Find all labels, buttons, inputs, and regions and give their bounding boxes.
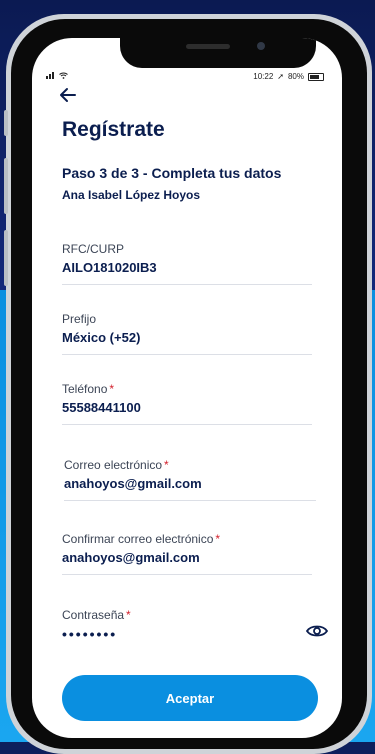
phone-label: Teléfono * — [62, 382, 115, 396]
required-mark: * — [126, 608, 131, 622]
phone-mute-switch — [4, 110, 8, 136]
location-arrow-icon: ➚ — [277, 72, 284, 81]
password-label: Contraseña * — [62, 608, 131, 622]
email-confirm-value[interactable]: anahoyos@gmail.com — [62, 550, 312, 566]
password-value[interactable]: •••••••• — [62, 626, 312, 642]
password-field[interactable]: Contraseña * •••••••• — [62, 608, 328, 652]
rfc-curp-value[interactable]: AILO181020IB3 — [62, 260, 312, 276]
rfc-curp-field[interactable]: RFC/CURP AILO181020IB3 — [62, 242, 312, 285]
battery-icon — [308, 72, 324, 81]
required-mark: * — [109, 382, 115, 396]
email-confirm-field[interactable]: Confirmar correo electrónico * anahoyos@g… — [62, 532, 312, 575]
phone-volume-down — [4, 230, 8, 286]
speaker-grille — [186, 44, 230, 49]
phone-notch — [120, 38, 316, 68]
app-screen: 10:22 ➚ 80% Regístrate Paso 3 de 3 - Com… — [32, 38, 342, 738]
email-value[interactable]: anahoyos@gmail.com — [64, 476, 316, 492]
required-mark: * — [215, 532, 221, 546]
phone-value[interactable]: 55588441100 — [62, 400, 312, 416]
status-bar-right: 10:22 ➚ 80% — [253, 72, 324, 81]
email-label: Correo electrónico * — [64, 458, 169, 472]
battery-percent: 80% — [287, 72, 304, 81]
status-bar-left — [46, 72, 68, 79]
status-time: 10:22 — [253, 72, 274, 81]
rfc-curp-label: RFC/CURP — [62, 242, 124, 256]
email-confirm-label: Confirmar correo electrónico * — [62, 532, 221, 546]
front-camera — [257, 42, 265, 50]
prefix-field[interactable]: Prefijo México (+52) — [62, 312, 312, 355]
signal-icon — [46, 72, 54, 79]
step-indicator: Paso 3 de 3 - Completa tus datos — [62, 165, 282, 181]
page-title: Regístrate — [62, 118, 165, 141]
prefix-label: Prefijo — [62, 312, 97, 326]
phone-field[interactable]: Teléfono * 55588441100 — [62, 382, 312, 425]
user-full-name: Ana Isabel López Hoyos — [62, 188, 201, 202]
eye-icon[interactable] — [306, 624, 328, 638]
arrow-left-icon[interactable] — [58, 85, 78, 105]
phone-volume-up — [4, 158, 8, 214]
accept-button[interactable]: Aceptar — [62, 675, 318, 721]
required-mark: * — [164, 458, 169, 472]
wifi-icon — [59, 72, 68, 79]
prefix-value[interactable]: México (+52) — [62, 330, 312, 346]
email-field[interactable]: Correo electrónico * anahoyos@gmail.com — [64, 458, 316, 501]
